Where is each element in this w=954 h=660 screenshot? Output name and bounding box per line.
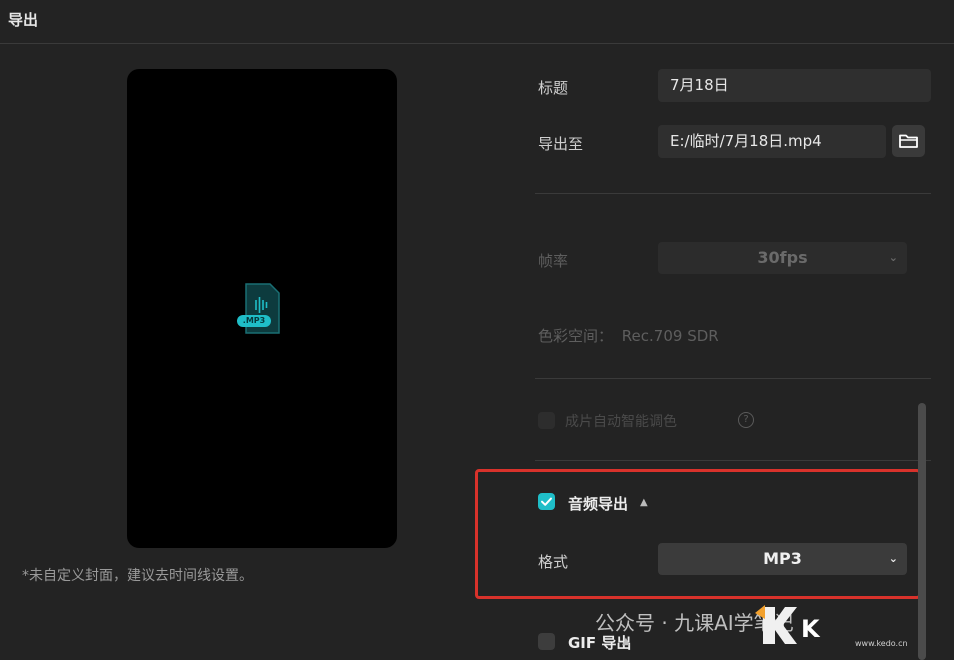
cover-note: *未自定义封面，建议去时间线设置。: [22, 568, 253, 584]
watermark-site: www.kedo.cn: [855, 639, 908, 648]
title-bar: 导出: [0, 0, 954, 44]
window-title: 导出: [8, 11, 39, 29]
highlight-box: [475, 469, 921, 599]
chevron-down-icon: ⌄: [888, 251, 898, 264]
folder-icon: [899, 134, 918, 148]
browse-folder-button[interactable]: [892, 125, 925, 157]
title-label: 标题: [538, 79, 569, 97]
color-space-value: Rec.709 SDR: [621, 327, 719, 345]
export-path-input[interactable]: E:/临时/7月18日.mp4: [658, 125, 886, 158]
framerate-label: 帧率: [538, 252, 569, 270]
divider: [535, 460, 931, 461]
auto-color-checkbox[interactable]: [538, 412, 555, 429]
expand-caret-icon[interactable]: ▲: [622, 636, 630, 647]
color-space-label-text: 色彩空间：: [538, 327, 614, 345]
watermark-logo: K www.kedo.cn: [755, 605, 908, 648]
auto-color-label: 成片自动智能调色: [565, 414, 677, 430]
file-badge: .MP3: [242, 316, 266, 325]
audio-file-icon: [237, 283, 280, 334]
cover-preview: .MP3: [127, 69, 397, 548]
export-to-label: 导出至: [538, 135, 584, 153]
title-input[interactable]: 7月18日: [658, 69, 931, 102]
help-icon[interactable]: ?: [738, 412, 754, 428]
gif-export-checkbox[interactable]: [538, 633, 555, 650]
framerate-value: 30fps: [757, 248, 808, 267]
color-space-label: 色彩空间： Rec.709 SDR: [538, 325, 719, 346]
framerate-select[interactable]: 30fps ⌄: [658, 242, 907, 274]
divider: [535, 193, 931, 194]
watermark-brand: K: [801, 615, 821, 643]
divider: [535, 378, 931, 379]
